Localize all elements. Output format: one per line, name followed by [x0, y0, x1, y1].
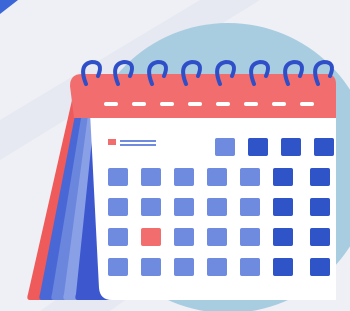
day-cell	[141, 228, 161, 246]
day-cell	[310, 258, 330, 276]
day-cell	[215, 138, 235, 156]
day-cell	[174, 258, 194, 276]
day-cell	[310, 198, 330, 216]
day-cell	[108, 168, 128, 186]
day-cell	[174, 198, 194, 216]
day-cell	[207, 258, 227, 276]
day-cell	[281, 138, 301, 156]
day-cell	[240, 228, 260, 246]
day-cell	[273, 258, 293, 276]
day-cell	[207, 198, 227, 216]
day-cell	[240, 168, 260, 186]
day-cell	[141, 258, 161, 276]
day-cell	[207, 168, 227, 186]
day-cell	[240, 198, 260, 216]
day-cell	[174, 168, 194, 186]
day-cell	[108, 228, 128, 246]
day-cell	[108, 198, 128, 216]
day-cell	[273, 198, 293, 216]
day-cell	[273, 168, 293, 186]
day-cell	[273, 228, 293, 246]
day-cell	[314, 138, 334, 156]
day-cell	[174, 228, 194, 246]
calendar-illustration	[0, 0, 350, 311]
day-cell	[141, 198, 161, 216]
day-cell	[108, 258, 128, 276]
day-cell	[310, 228, 330, 246]
day-cell	[310, 168, 330, 186]
day-cell	[207, 228, 227, 246]
day-cell	[248, 138, 268, 156]
calendar-icon	[0, 0, 350, 311]
day-cell	[240, 258, 260, 276]
day-cell	[141, 168, 161, 186]
